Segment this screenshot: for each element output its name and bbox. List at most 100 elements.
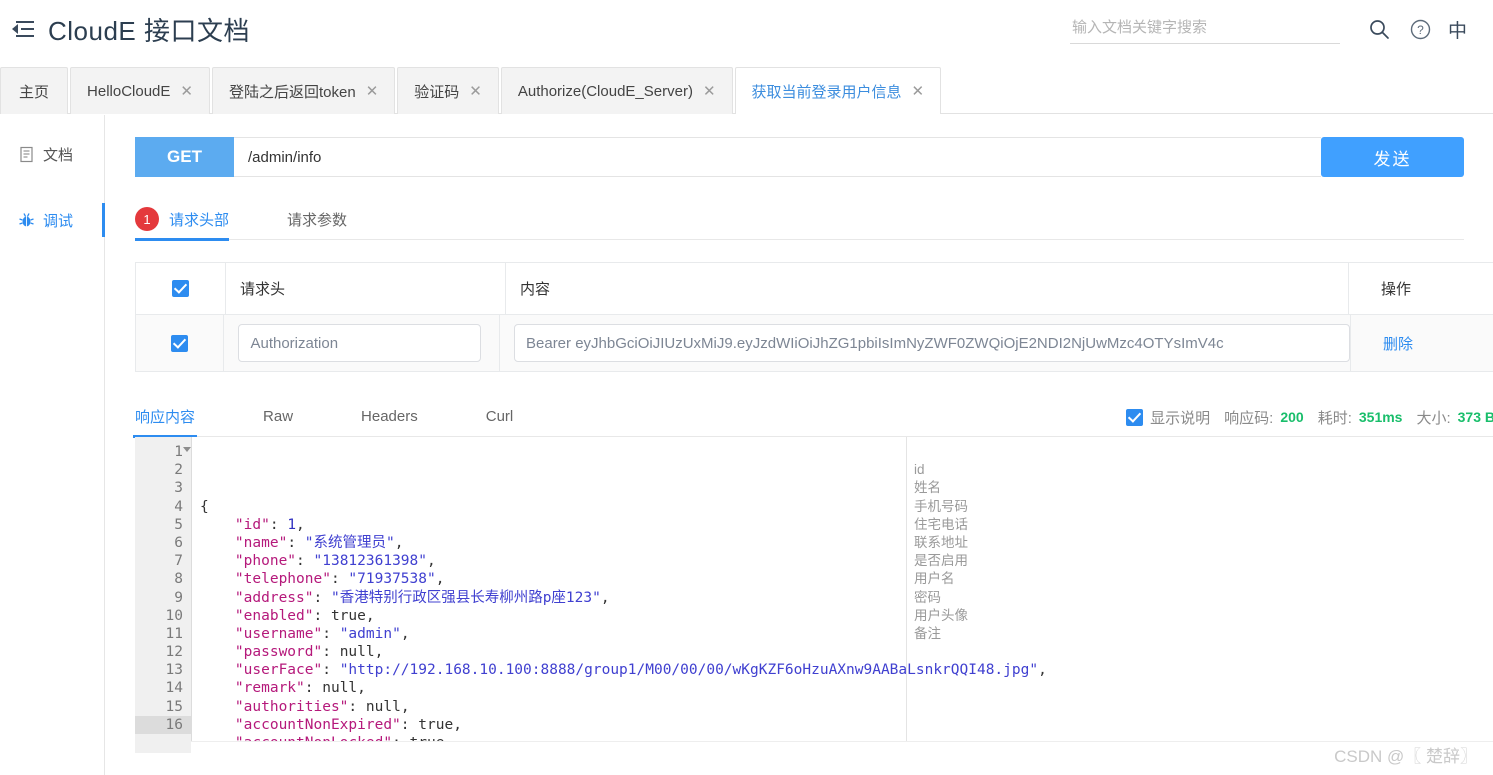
code-line: "username": "admin",	[200, 625, 1493, 643]
close-icon[interactable]: ✕	[366, 84, 379, 99]
header-value-input[interactable]	[514, 324, 1350, 362]
tab-response-body[interactable]: 响应内容	[132, 397, 198, 438]
line-number: 6	[174, 534, 183, 551]
tab-response-curl[interactable]: Curl	[486, 397, 514, 437]
fold-toggle-icon[interactable]	[183, 447, 191, 452]
line-number: 3	[174, 480, 183, 497]
code-token: "name"	[234, 534, 288, 551]
code-token: ,	[453, 716, 462, 733]
close-icon[interactable]: ✕	[703, 84, 716, 99]
help-circle-icon[interactable]: ?	[1400, 8, 1442, 50]
code-token: "enabled"	[234, 607, 314, 624]
code-token: "remark"	[234, 680, 305, 697]
line-number: 8	[174, 571, 183, 588]
main-panel: GET 发送 1 请求头部 请求参数 请求头	[106, 115, 1493, 775]
tab-response-raw[interactable]: Raw	[263, 397, 293, 437]
line-number: 2	[174, 462, 183, 479]
code-token: "address"	[234, 589, 314, 606]
code-token: ,	[427, 553, 436, 570]
code-token: ,	[600, 589, 610, 606]
response-size-label: 大小:	[1416, 409, 1451, 427]
header-value-cell	[500, 315, 1351, 371]
document-icon	[18, 146, 35, 163]
code-token: "username"	[234, 625, 323, 642]
close-icon[interactable]: ✕	[469, 84, 482, 99]
show-description-checkbox[interactable]	[1126, 408, 1144, 426]
code-token: 1	[287, 516, 297, 533]
send-button[interactable]: 发送	[1321, 137, 1464, 177]
response-body-editor[interactable]: 1 2 3 4 5 6 7 8 9 10 11 12 13 14 15 16 { "id": 1, "name…	[135, 437, 1493, 753]
line-number: 16	[135, 715, 191, 734]
notes-divider	[906, 437, 907, 741]
delete-header-button[interactable]: 删除	[1383, 333, 1413, 354]
close-icon[interactable]: ✕	[180, 84, 193, 99]
column-header-action: 操作	[1349, 263, 1493, 314]
tab-label: 请求头部	[169, 211, 230, 229]
status-code-label: 响应码:	[1224, 409, 1274, 427]
sidebar-item-document[interactable]: 文档	[0, 131, 104, 177]
select-all-checkbox[interactable]	[172, 280, 189, 297]
line-number: 13	[165, 662, 183, 679]
code-line: "address": "香港特别行政区强县长寿柳州路p座123",	[200, 589, 1493, 607]
document-tabbar: 主页 HelloCloudE ✕ 登陆之后返回token ✕ 验证码 ✕ Authorize(…	[0, 58, 1493, 114]
response-json-code[interactable]: { "id": 1, "name": "系统管理员", "phone": "13…	[191, 437, 1493, 753]
http-method-selector[interactable]: GET	[135, 137, 234, 177]
code-token: :	[400, 716, 419, 733]
code-token: {	[200, 498, 209, 515]
document-tab-label: 验证码	[414, 83, 460, 101]
document-tab-label: 登陆之后返回token	[228, 83, 356, 101]
sidebar-item-debug[interactable]: 调试	[0, 197, 105, 243]
code-token: true	[330, 607, 366, 624]
code-token: "admin"	[339, 625, 401, 642]
horizontal-scrollbar[interactable]	[191, 741, 1493, 753]
line-number: 9	[174, 589, 183, 606]
search-input[interactable]	[1069, 14, 1340, 44]
elapsed-time-value: 351ms	[1358, 409, 1403, 425]
document-tab[interactable]: 主页	[0, 67, 69, 114]
code-token: "71937538"	[348, 571, 436, 588]
tab-request-headers[interactable]: 1 请求头部	[135, 199, 230, 241]
document-tab[interactable]: Authorize(CloudE_Server) ✕	[500, 67, 733, 114]
code-token: "phone"	[234, 553, 297, 570]
sidebar: 文档 调试	[0, 115, 105, 775]
sidebar-item-label: 调试	[43, 212, 74, 230]
language-toggle[interactable]: 中	[1442, 16, 1477, 43]
tab-label: 请求参数	[287, 211, 348, 229]
collapse-menu-icon[interactable]	[12, 20, 34, 38]
column-header-key: 请求头	[226, 263, 506, 314]
row-checkbox[interactable]	[171, 334, 189, 352]
request-headers-count-badge: 1	[135, 207, 159, 231]
code-line: "password": null,	[200, 643, 1493, 661]
code-token: "telephone"	[234, 571, 331, 588]
code-line: "name": "系统管理员",	[200, 534, 1493, 552]
search-icon[interactable]	[1358, 8, 1400, 50]
tab-response-headers[interactable]: Headers	[361, 397, 418, 437]
close-icon[interactable]: ✕	[912, 84, 925, 99]
code-line: "userFace": "http://192.168.10.100:8888/…	[200, 661, 1493, 679]
select-all-cell	[136, 263, 226, 314]
document-tab[interactable]: HelloCloudE ✕	[70, 67, 210, 114]
request-url-input[interactable]	[234, 137, 1321, 177]
request-tabs: 1 请求头部 请求参数	[135, 199, 1464, 241]
code-token: ,	[400, 698, 410, 715]
row-select-cell	[136, 315, 225, 371]
elapsed-time-label: 耗时:	[1317, 409, 1352, 427]
code-token: "香港特别行政区强县长寿柳州路p座123"	[330, 589, 601, 606]
header-key-cell	[224, 315, 500, 371]
code-token: :	[322, 662, 340, 679]
line-number: 12	[165, 644, 183, 661]
code-token: :	[287, 534, 305, 551]
code-line: {	[200, 498, 1493, 516]
tab-request-params[interactable]: 请求参数	[287, 199, 347, 240]
search-box	[1069, 14, 1340, 44]
document-tab[interactable]: 登陆之后返回token ✕	[211, 67, 396, 114]
header-key-input[interactable]	[238, 324, 482, 362]
document-tab[interactable]: 验证码 ✕	[397, 67, 499, 114]
document-tab[interactable]: 获取当前登录用户信息 ✕	[734, 67, 942, 114]
code-token: "accountNonExpired"	[234, 716, 401, 733]
code-token: "userFace"	[234, 662, 323, 679]
